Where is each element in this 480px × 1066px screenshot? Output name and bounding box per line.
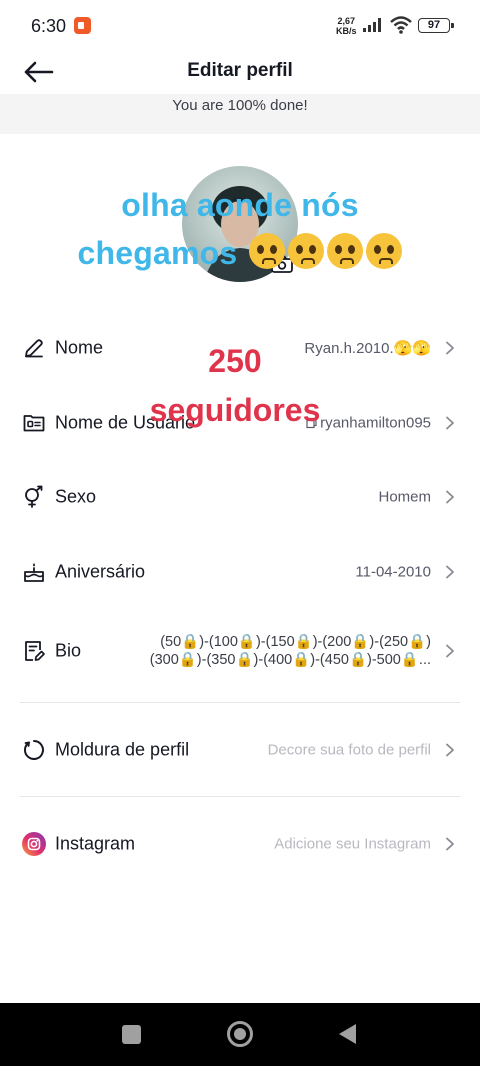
overlay-caption-line2-text: chegamos bbox=[77, 235, 238, 271]
row-bio-label: Bio bbox=[55, 640, 82, 661]
network-speed-value: 2,67 bbox=[337, 16, 356, 26]
battery-indicator: 97 bbox=[418, 18, 454, 33]
followers-label-overlay: seguidores bbox=[149, 392, 321, 428]
chevron-right-icon bbox=[446, 837, 454, 851]
edit-note-icon bbox=[25, 641, 45, 661]
network-speed: 2,67 KB/s bbox=[336, 16, 357, 36]
profile-completion-banner: You are 100% done! bbox=[0, 94, 480, 134]
row-gender[interactable]: Sexo Homem bbox=[0, 467, 480, 527]
status-time: 6:30 bbox=[31, 16, 67, 36]
gender-icon bbox=[25, 485, 43, 508]
row-birthday[interactable]: Aniversário 11-04-2010 bbox=[0, 542, 480, 602]
chevron-right-icon bbox=[446, 490, 454, 504]
row-profile-frame-placeholder: Decore sua foto de perfil bbox=[267, 741, 431, 759]
row-profile-frame[interactable]: Moldura de perfil Decore sua foto de per… bbox=[0, 720, 480, 780]
instagram-icon bbox=[22, 832, 46, 856]
row-gender-label: Sexo bbox=[55, 486, 97, 507]
row-instagram-placeholder: Adicione seu Instagram bbox=[274, 835, 431, 853]
pleading-face-emoji-icon bbox=[288, 233, 325, 269]
signal-icon bbox=[363, 18, 381, 32]
row-gender-value: Homem bbox=[378, 488, 431, 506]
home-button[interactable] bbox=[227, 1021, 253, 1047]
overlay-caption-line2: chegamos bbox=[0, 229, 480, 277]
system-nav-bar bbox=[0, 1003, 480, 1066]
divider bbox=[20, 702, 460, 703]
recents-button[interactable] bbox=[122, 1025, 141, 1044]
pleading-face-emoji-icon bbox=[366, 233, 403, 269]
page-title: Editar perfil bbox=[187, 60, 293, 81]
row-bio-value-line2: (300🔒)-(350🔒)-(400🔒)-(450🔒)-500🔒... bbox=[149, 652, 431, 668]
row-birthday-label: Aniversário bbox=[55, 561, 146, 582]
overlay-caption-line1: olha aonde nós bbox=[121, 187, 359, 223]
row-profile-frame-label: Moldura de perfil bbox=[55, 739, 190, 760]
frame-circle-icon bbox=[24, 740, 44, 760]
system-back-button[interactable] bbox=[339, 1024, 356, 1044]
pleading-face-emoji-icon bbox=[249, 233, 286, 269]
network-speed-unit: KB/s bbox=[336, 26, 357, 36]
pleading-face-emoji-icon bbox=[327, 233, 364, 269]
chevron-right-icon bbox=[446, 565, 454, 579]
status-bar: 6:30 2,67 KB/s 97 bbox=[0, 0, 480, 52]
followers-count-overlay: 250 bbox=[208, 343, 262, 379]
row-bio-value-line1: (50🔒)-(100🔒)-(150🔒)-(200🔒)-(250🔒) bbox=[160, 634, 431, 650]
row-instagram[interactable]: Instagram Adicione seu Instagram bbox=[0, 814, 480, 874]
row-bio-value: (50🔒)-(100🔒)-(150🔒)-(200🔒)-(250🔒) (300🔒)… bbox=[150, 633, 431, 669]
row-instagram-label: Instagram bbox=[55, 833, 136, 854]
chevron-right-icon bbox=[446, 743, 454, 757]
row-birthday-value: 11-04-2010 bbox=[355, 563, 431, 581]
row-bio[interactable]: Bio (50🔒)-(100🔒)-(150🔒)-(200🔒)-(250🔒) (3… bbox=[0, 621, 480, 681]
chevron-right-icon bbox=[446, 644, 454, 658]
screen-record-icon bbox=[74, 17, 91, 34]
header: Editar perfil bbox=[0, 52, 480, 94]
cake-icon bbox=[24, 563, 44, 582]
wifi-icon bbox=[390, 16, 412, 34]
divider bbox=[20, 796, 460, 797]
